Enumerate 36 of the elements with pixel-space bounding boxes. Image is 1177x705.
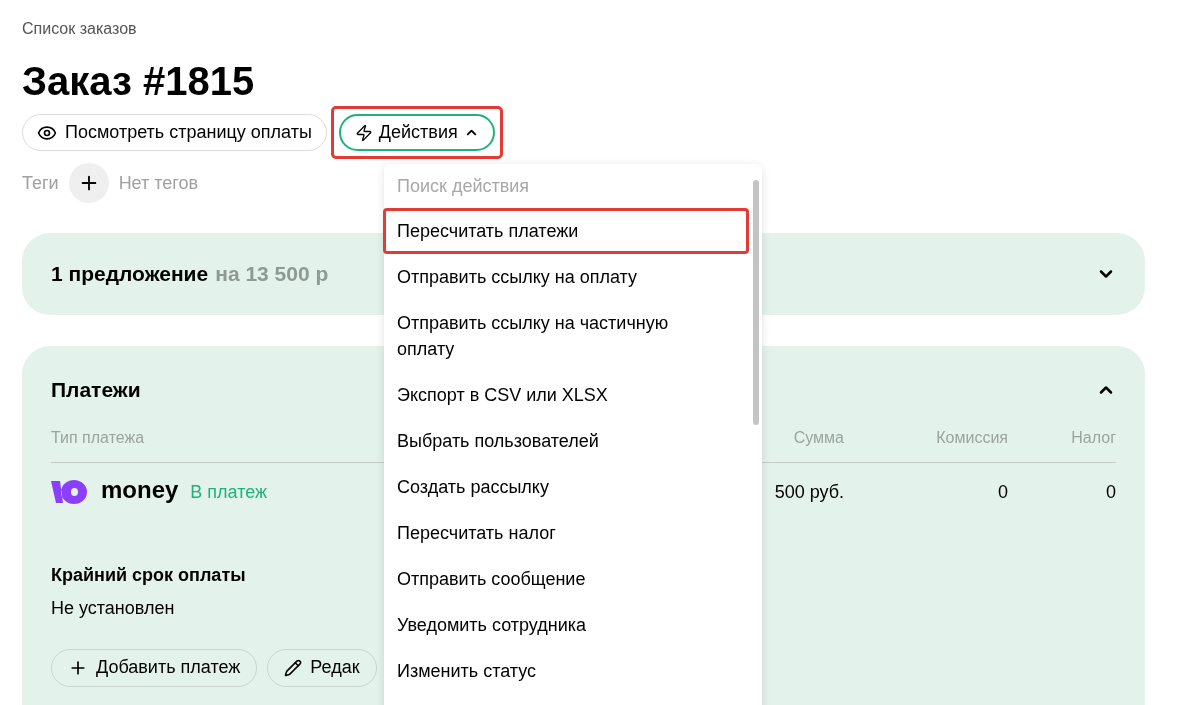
menu-item[interactable]: Отправить ссылку на оплату: [384, 254, 724, 300]
column-header: Сумма: [793, 427, 844, 448]
sum-cell-text: 500 руб.: [774, 480, 844, 504]
menu-item[interactable]: Пересчитать налог: [384, 510, 724, 556]
payments-title: Платежи: [51, 377, 141, 403]
breadcrumb[interactable]: Список заказов: [22, 17, 137, 41]
edit-button[interactable]: Редак: [267, 648, 377, 687]
payment-status: В платеж: [190, 480, 268, 504]
menu-item[interactable]: Выбрать пользователей: [384, 418, 724, 464]
menu-item[interactable]: Экспорт в CSV или XLSX: [384, 372, 724, 418]
add-payment-button[interactable]: Добавить платеж: [51, 648, 258, 687]
pencil-icon: [284, 658, 303, 677]
lightning-icon: [354, 123, 373, 142]
column-header: Тип платежа: [51, 427, 145, 448]
menu-item[interactable]: Изменить статус: [384, 648, 724, 694]
menu-item[interactable]: Пересчитать платежи: [383, 208, 749, 254]
column-header: Комиссия: [936, 427, 1008, 448]
tags-label: Теги: [22, 171, 59, 195]
menu-item[interactable]: Отправить сообщение: [384, 556, 724, 602]
offers-count: 1 предложение: [51, 261, 209, 288]
no-tags-text: Нет тегов: [118, 171, 199, 195]
offers-amount: на 13 500 р: [215, 261, 329, 288]
actions-button[interactable]: Действия: [338, 114, 495, 151]
column-header: Налог: [1071, 427, 1116, 448]
commission-cell-text: 0: [998, 480, 1008, 504]
menu-item[interactable]: Уведомить сотрудника: [384, 602, 724, 648]
logo-text: money: [101, 478, 179, 502]
tax-cell-text: 0: [1106, 480, 1116, 504]
page-title: Заказ #1815: [22, 61, 255, 101]
add-tag-button[interactable]: [68, 163, 109, 203]
deadline-label: Крайний срок оплаты: [51, 563, 246, 587]
scrollbar-thumb[interactable]: [753, 180, 759, 425]
action-search-field[interactable]: Поиск действия: [384, 164, 744, 208]
view-payment-page-button[interactable]: Посмотреть страницу оплаты: [22, 114, 327, 151]
deadline-value: Не установлен: [51, 596, 175, 620]
menu-item[interactable]: Создать рассылку: [384, 464, 724, 510]
